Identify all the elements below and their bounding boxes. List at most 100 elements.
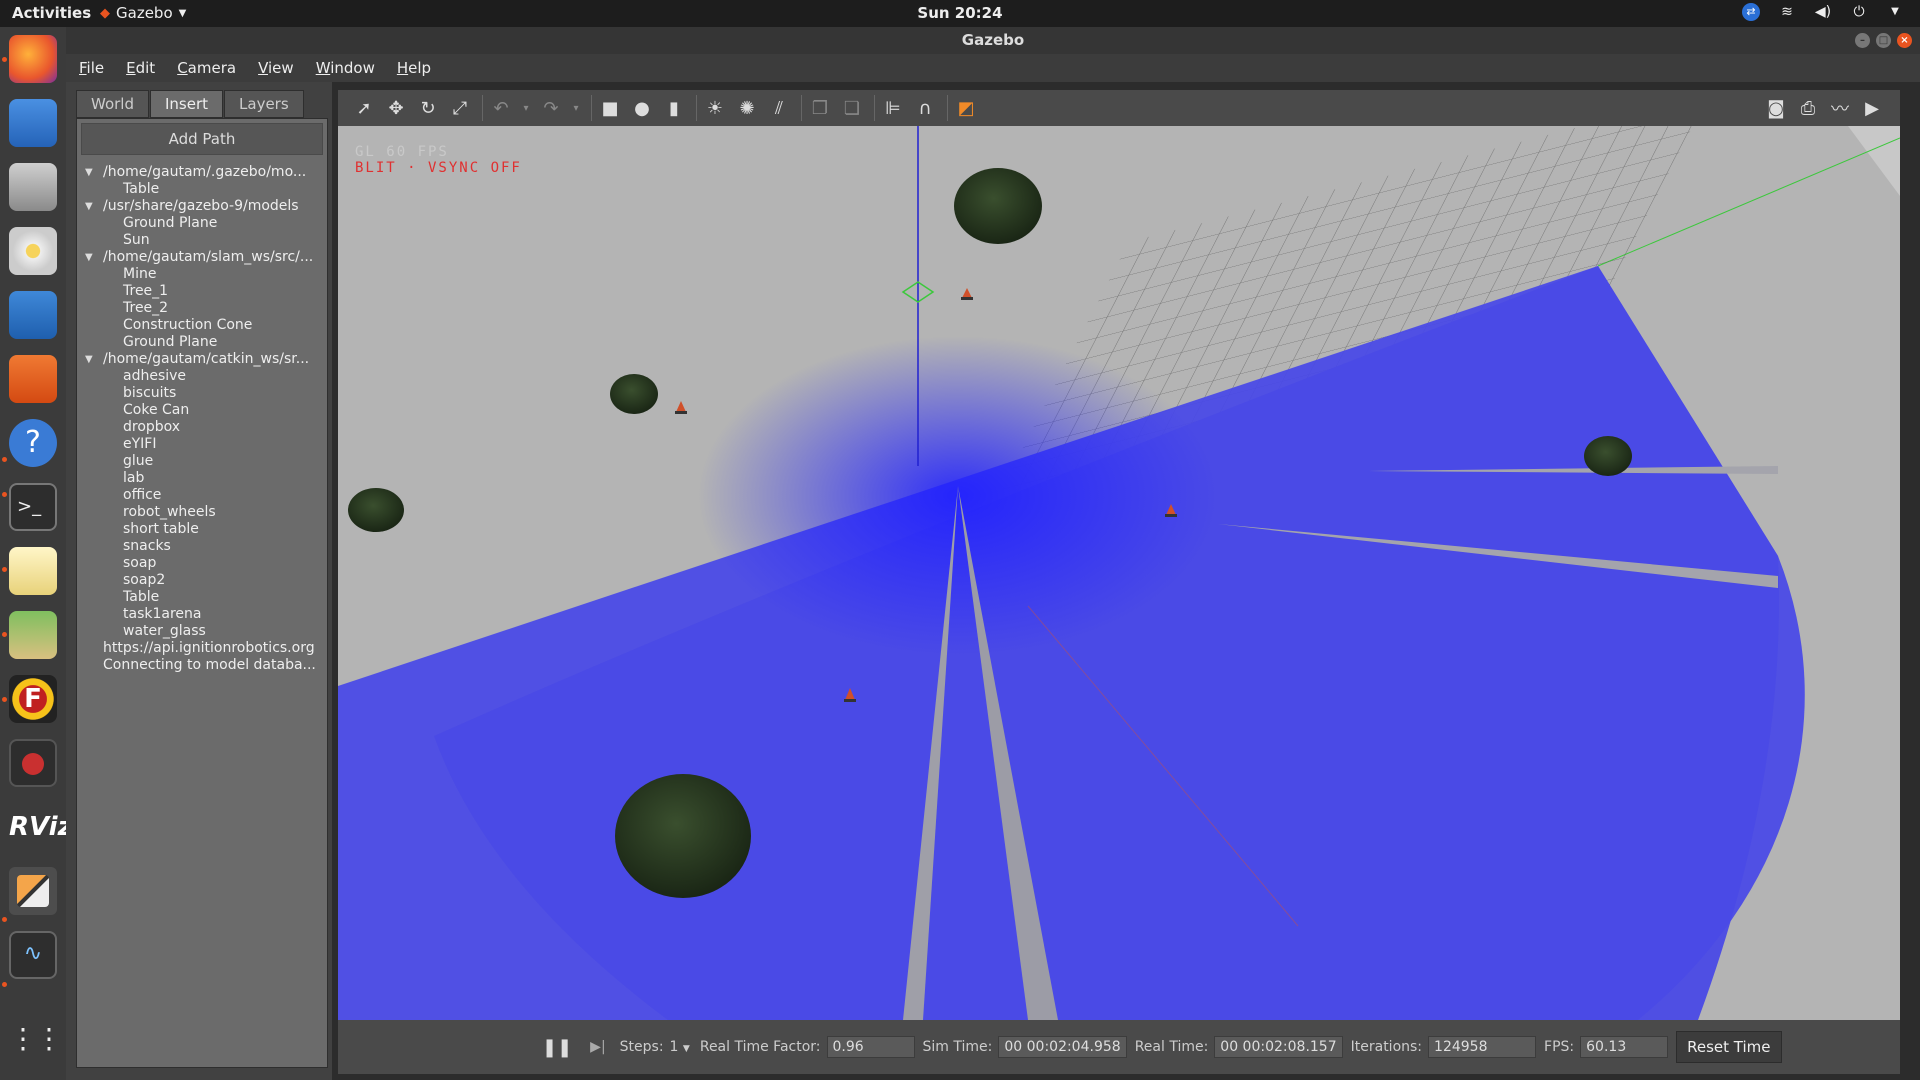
menu-file[interactable]: File xyxy=(79,59,104,77)
window-titlebar[interactable]: Gazebo – □ × xyxy=(66,27,1920,54)
maximize-button[interactable]: □ xyxy=(1876,33,1891,48)
close-button[interactable]: × xyxy=(1897,33,1912,48)
snap-icon[interactable]: ∩ xyxy=(911,94,939,122)
translate-mode-icon[interactable]: ✥ xyxy=(382,94,410,122)
teamviewer-icon[interactable]: ⇄ xyxy=(1742,3,1760,21)
firefox-icon[interactable] xyxy=(9,35,57,83)
change-view-icon[interactable]: ◩ xyxy=(952,94,980,122)
terminal-icon[interactable]: >_ xyxy=(9,483,57,531)
model-item[interactable]: Tree_2 xyxy=(77,300,327,317)
menu-help[interactable]: Help xyxy=(397,59,431,77)
model-item[interactable]: Mine xyxy=(77,266,327,283)
undo-icon[interactable]: ↶ xyxy=(487,94,515,122)
model-item[interactable]: soap xyxy=(77,555,327,572)
model-item[interactable]: dropbox xyxy=(77,419,327,436)
tab-layers[interactable]: Layers xyxy=(224,90,304,118)
menu-window[interactable]: Window xyxy=(316,59,375,77)
rviz-icon[interactable]: RViz xyxy=(9,803,73,851)
tree[interactable] xyxy=(954,168,1042,244)
copy-icon[interactable]: ❐ xyxy=(806,94,834,122)
gazebo-icon[interactable] xyxy=(9,867,57,915)
text-editor-icon[interactable] xyxy=(9,547,57,595)
model-item[interactable]: adhesive xyxy=(77,368,327,385)
model-item[interactable]: short table xyxy=(77,521,327,538)
add-path-button[interactable]: Add Path xyxy=(81,123,323,155)
tree-group[interactable]: ▼ /home/gautam/slam_ws/src/... xyxy=(77,249,327,266)
thunderbird-icon[interactable] xyxy=(9,99,57,147)
tab-world[interactable]: World xyxy=(76,90,149,118)
rotate-mode-icon[interactable]: ↻ xyxy=(414,94,442,122)
files-icon[interactable] xyxy=(9,163,57,211)
tree-group[interactable]: ▼ /usr/share/gazebo-9/models xyxy=(77,198,327,215)
minimize-button[interactable]: – xyxy=(1855,33,1870,48)
model-item[interactable]: glue xyxy=(77,453,327,470)
sphere-shape-icon[interactable]: ● xyxy=(628,94,656,122)
model-item[interactable]: Coke Can xyxy=(77,402,327,419)
collapse-arrow-icon[interactable]: ▼ xyxy=(85,249,93,266)
model-item[interactable]: soap2 xyxy=(77,572,327,589)
step-icon[interactable]: ▶| xyxy=(590,1039,605,1055)
model-item[interactable]: Table xyxy=(77,181,327,198)
align-icon[interactable]: ⊫ xyxy=(879,94,907,122)
model-item[interactable]: Tree_1 xyxy=(77,283,327,300)
blocked-app-icon[interactable] xyxy=(9,739,57,787)
model-item[interactable]: lab xyxy=(77,470,327,487)
directional-light-icon[interactable]: ⫽ xyxy=(765,94,793,122)
clock[interactable]: Sun 20:24 xyxy=(0,4,1920,22)
menu-view[interactable]: View xyxy=(258,59,294,77)
model-item[interactable]: Sun xyxy=(77,232,327,249)
software-center-icon[interactable] xyxy=(9,355,57,403)
video-record-icon[interactable]: ▶ xyxy=(1858,94,1886,122)
model-item[interactable]: Ground Plane xyxy=(77,334,327,351)
tab-insert[interactable]: Insert xyxy=(150,90,224,118)
chevron-down-icon[interactable]: ▼ xyxy=(683,1044,690,1054)
help-icon[interactable]: ? xyxy=(9,419,57,467)
steps-spinbox[interactable]: 1 ▼ xyxy=(670,1039,690,1055)
power-icon[interactable]: ⏻ xyxy=(1850,3,1868,21)
undo-history-icon[interactable]: ▾ xyxy=(519,94,533,122)
scene-render[interactable] xyxy=(338,126,1900,1020)
model-item[interactable]: Table xyxy=(77,589,327,606)
tree[interactable] xyxy=(615,774,751,898)
model-item[interactable]: water_glass xyxy=(77,623,327,640)
reset-time-button[interactable]: Reset Time xyxy=(1676,1031,1782,1063)
model-item[interactable]: task1arena xyxy=(77,606,327,623)
paste-icon[interactable]: ❏ xyxy=(838,94,866,122)
pause-icon[interactable]: ❚❚ xyxy=(542,1037,572,1058)
scale-mode-icon[interactable]: ⤢ xyxy=(446,94,474,122)
scene-viewport[interactable]: GL 60 FPS BLIT · VSYNC OFF xyxy=(338,126,1900,1020)
chevron-down-icon[interactable]: ▼ xyxy=(1886,3,1904,21)
filezilla-icon[interactable]: F xyxy=(9,675,57,723)
spot-light-icon[interactable]: ✺ xyxy=(733,94,761,122)
rhythmbox-icon[interactable] xyxy=(9,227,57,275)
box-shape-icon[interactable]: ■ xyxy=(596,94,624,122)
show-applications-icon[interactable]: ⋮⋮⋮ xyxy=(9,1015,89,1063)
tree[interactable] xyxy=(348,488,404,532)
database-url[interactable]: https://api.ignitionrobotics.org xyxy=(77,640,327,657)
app-menu[interactable]: ◆ Gazebo ▼ xyxy=(100,4,186,22)
redo-icon[interactable]: ↷ xyxy=(537,94,565,122)
cylinder-shape-icon[interactable]: ▮ xyxy=(660,94,688,122)
tree[interactable] xyxy=(1584,436,1632,476)
image-viewer-icon[interactable] xyxy=(9,611,57,659)
model-item[interactable]: snacks xyxy=(77,538,327,555)
collapse-arrow-icon[interactable]: ▼ xyxy=(85,351,93,368)
system-tray[interactable]: ⇄ ≋ ◀) ⏻ ▼ xyxy=(1742,3,1904,21)
model-item[interactable]: Construction Cone xyxy=(77,317,327,334)
tree-group[interactable]: ▼ /home/gautam/catkin_ws/sr... xyxy=(77,351,327,368)
model-item[interactable]: biscuits xyxy=(77,385,327,402)
redo-history-icon[interactable]: ▾ xyxy=(569,94,583,122)
menu-camera[interactable]: Camera xyxy=(177,59,236,77)
model-item[interactable]: eYIFI xyxy=(77,436,327,453)
volume-icon[interactable]: ◀) xyxy=(1814,3,1832,21)
system-monitor-icon[interactable]: ∿ xyxy=(9,931,57,979)
screenshot-icon[interactable]: ◙ xyxy=(1762,94,1790,122)
model-item[interactable]: Ground Plane xyxy=(77,215,327,232)
wifi-icon[interactable]: ≋ xyxy=(1778,3,1796,21)
collapse-arrow-icon[interactable]: ▼ xyxy=(85,164,93,181)
point-light-icon[interactable]: ☀ xyxy=(701,94,729,122)
activities-button[interactable]: Activities xyxy=(12,4,91,22)
model-item[interactable]: robot_wheels xyxy=(77,504,327,521)
plot-icon[interactable]: 〰 xyxy=(1826,94,1854,122)
select-mode-icon[interactable]: ➚ xyxy=(350,94,378,122)
